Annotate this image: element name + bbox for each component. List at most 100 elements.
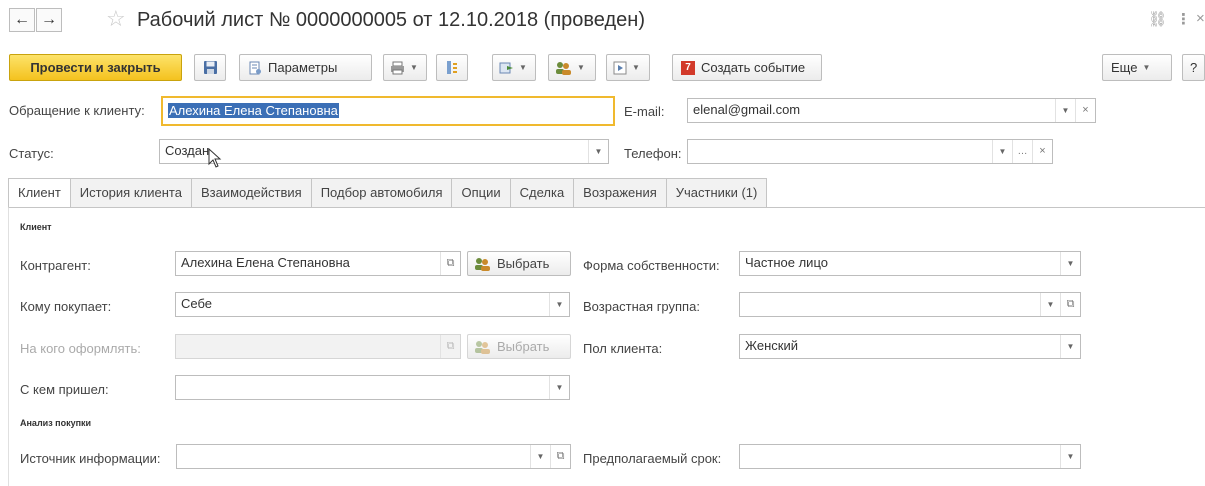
chevron-down-icon[interactable]: ▼	[588, 140, 608, 163]
status-value: Создан	[165, 143, 210, 158]
arrow-left-icon: ←	[14, 11, 30, 28]
more-label: Еще	[1111, 60, 1138, 75]
create-document-icon	[499, 62, 513, 73]
hierarchy-icon	[447, 61, 457, 74]
printer-icon	[391, 61, 404, 74]
came-with-label: С кем пришел:	[20, 382, 109, 397]
create-event-label: Создать событие	[701, 60, 806, 75]
select-counterparty-button[interactable]: Выбрать	[467, 251, 571, 276]
tab-interactions[interactable]: Взаимодействия	[190, 178, 311, 208]
open-icon[interactable]: ⧉	[550, 445, 570, 468]
tab-options[interactable]: Опции	[451, 178, 510, 208]
forward-button[interactable]: →	[36, 8, 62, 32]
help-button[interactable]: ?	[1182, 54, 1205, 81]
expected-term-select[interactable]: ▼	[739, 444, 1081, 469]
chevron-down-icon: ▼	[632, 63, 640, 72]
came-with-select[interactable]: ▼	[175, 375, 570, 400]
status-select[interactable]: Создан ▼	[159, 139, 609, 164]
open-icon[interactable]: ⧉	[440, 252, 460, 275]
chevron-down-icon[interactable]: ▼	[1055, 99, 1075, 122]
buyer-for-label: Кому покупает:	[20, 299, 112, 314]
client-group-title: Клиент	[20, 222, 52, 232]
info-source-value	[177, 445, 530, 468]
chevron-down-icon[interactable]: ▼	[1060, 445, 1080, 468]
register-to-field: ⧉	[175, 334, 461, 359]
ownership-value: Частное лицо	[745, 255, 828, 270]
users-icon	[475, 340, 490, 354]
open-icon[interactable]: ⧉	[1060, 293, 1080, 316]
mouse-cursor-icon	[208, 148, 222, 168]
select-label: Выбрать	[497, 256, 550, 271]
clear-icon[interactable]: ×	[1032, 140, 1052, 163]
chevron-down-icon[interactable]: ▼	[530, 445, 550, 468]
help-label: ?	[1190, 60, 1198, 75]
participants-menu-button[interactable]: ▼	[548, 54, 596, 81]
select-register-to-button: Выбрать	[467, 334, 571, 359]
reports-menu-button[interactable]: ▼	[606, 54, 650, 81]
chevron-down-icon[interactable]: ▼	[549, 293, 569, 316]
more-menu-button[interactable]: Еще ▼	[1102, 54, 1172, 81]
tab-objections[interactable]: Возражения	[573, 178, 666, 208]
create-based-on-button[interactable]: ▼	[492, 54, 536, 81]
tab-client-history[interactable]: История клиента	[69, 178, 191, 208]
back-button[interactable]: ←	[9, 8, 35, 32]
chevron-down-icon[interactable]: ▼	[1060, 335, 1080, 358]
tab-bar: Клиент История клиента Взаимодействия По…	[8, 178, 768, 208]
chevron-down-icon: ▼	[410, 63, 418, 72]
client-address-field[interactable]: Алехина Елена Степановна	[161, 96, 615, 126]
email-field[interactable]: elenal@gmail.com ▼ ×	[687, 98, 1096, 123]
expected-term-value	[740, 445, 1060, 468]
users-icon	[475, 257, 490, 271]
buyer-for-select[interactable]: Себе ▼	[175, 292, 570, 317]
more-vert-icon[interactable]: ⋮	[1176, 10, 1191, 28]
tab-participants[interactable]: Участники (1)	[665, 178, 768, 208]
page-title: Рабочий лист № 0000000005 от 12.10.2018 …	[137, 9, 645, 31]
came-with-value	[176, 376, 549, 399]
document-settings-icon	[249, 61, 261, 74]
status-label: Статус:	[9, 146, 54, 161]
tab-deal[interactable]: Сделка	[509, 178, 574, 208]
register-to-label: На кого оформлять:	[20, 341, 141, 356]
open-icon: ⧉	[440, 335, 460, 358]
parameters-button[interactable]: Параметры	[239, 54, 372, 81]
phone-field[interactable]: ▼ … ×	[687, 139, 1053, 164]
email-label: E-mail:	[624, 104, 665, 119]
ellipsis-icon[interactable]: …	[1012, 140, 1032, 163]
calendar-icon: 7	[681, 60, 695, 75]
chevron-down-icon[interactable]: ▼	[549, 376, 569, 399]
phone-label: Телефон:	[624, 146, 682, 161]
report-icon	[613, 61, 627, 74]
close-icon[interactable]: ×	[1196, 10, 1205, 27]
age-group-label: Возрастная группа:	[583, 299, 700, 314]
tab-client[interactable]: Клиент	[8, 178, 70, 208]
post-and-close-button[interactable]: Провести и закрыть	[9, 54, 182, 81]
chevron-down-icon[interactable]: ▼	[1060, 252, 1080, 275]
link-icon[interactable]: ⛓	[1148, 10, 1167, 28]
age-group-select[interactable]: ▼ ⧉	[739, 292, 1081, 317]
save-button[interactable]	[194, 54, 226, 81]
chevron-down-icon[interactable]: ▼	[992, 140, 1012, 163]
counterparty-field[interactable]: Алехина Елена Степановна ⧉	[175, 251, 461, 276]
print-menu-button[interactable]: ▼	[383, 54, 427, 81]
gender-select[interactable]: Женский ▼	[739, 334, 1081, 359]
tab-car-selection[interactable]: Подбор автомобиля	[310, 178, 452, 208]
parameters-label: Параметры	[268, 60, 338, 75]
email-value: elenal@gmail.com	[693, 102, 801, 117]
arrow-right-icon: →	[41, 11, 57, 28]
counterparty-value: Алехина Елена Степановна	[181, 255, 350, 270]
create-event-button[interactable]: 7 Создать событие	[672, 54, 822, 81]
favorite-star-icon[interactable]: ☆	[106, 8, 126, 30]
clear-icon[interactable]: ×	[1075, 99, 1095, 122]
gender-label: Пол клиента:	[583, 341, 663, 356]
register-to-value	[176, 335, 440, 358]
chevron-down-icon[interactable]: ▼	[1040, 293, 1060, 316]
info-source-label: Источник информации:	[20, 451, 161, 466]
counterparty-label: Контрагент:	[20, 258, 91, 273]
info-source-select[interactable]: ▼ ⧉	[176, 444, 571, 469]
structure-button[interactable]	[436, 54, 468, 81]
ownership-label: Форма собственности:	[583, 258, 720, 273]
gender-value: Женский	[745, 338, 798, 353]
chevron-down-icon: ▼	[519, 63, 527, 72]
ownership-select[interactable]: Частное лицо ▼	[739, 251, 1081, 276]
age-group-value	[740, 293, 1040, 316]
